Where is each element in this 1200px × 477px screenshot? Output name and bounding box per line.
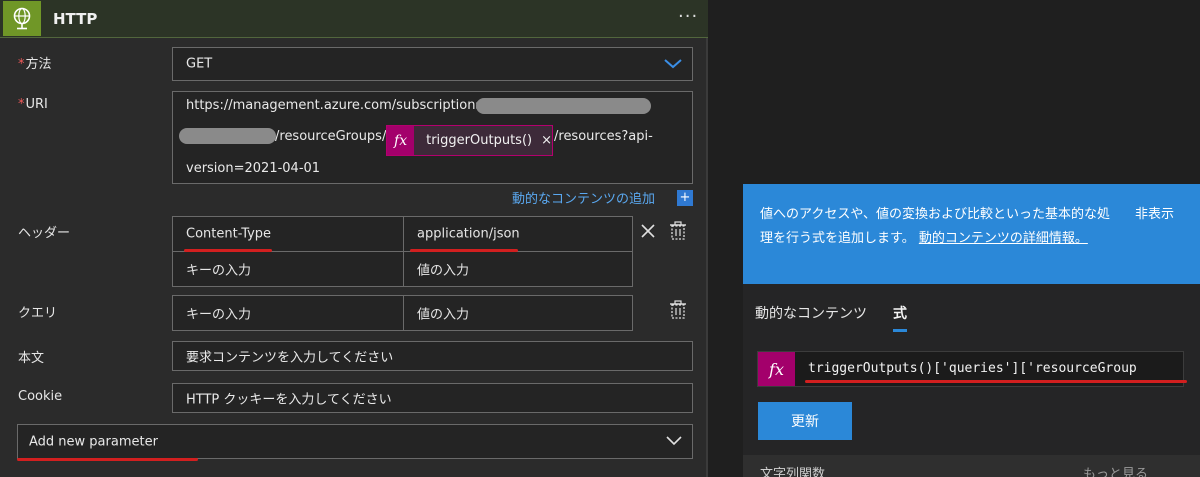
method-value: GET [186,56,213,72]
cookie-label: Cookie [18,389,63,404]
required-mark: * [18,57,25,72]
expression-flyout: 値へのアクセスや、値の変換および比較といった基本的な処理を行う式を追加します。 … [743,184,1200,477]
required-mark: * [18,97,25,112]
header-key-input[interactable]: Content-Type [172,216,404,252]
header-key: Content-Type [186,226,272,242]
annotation-underline [805,380,1187,383]
header-key-input[interactable]: キーの入力 [172,251,404,287]
method-label-text: 方法 [25,57,52,72]
hide-button[interactable]: 非表示 [1135,203,1174,222]
info-link[interactable]: 動的コンテンツの詳細情報。 [919,231,1088,246]
globe-icon [3,1,41,36]
info-banner: 値へのアクセスや、値の変換および比較といった基本的な処理を行う式を追加します。 … [743,184,1200,284]
query-key-placeholder: キーの入力 [186,307,252,323]
tab-expression[interactable]: 式 [893,303,907,323]
annotation-underline [17,458,198,461]
trash-icon[interactable] [669,221,687,245]
headers-label: ヘッダー [18,226,71,241]
cookie-placeholder: HTTP クッキーを入力してください [186,392,392,408]
uri-line-3: version=2021-04-01 [186,161,321,176]
header-value-placeholder: 値の入力 [417,263,470,279]
uri-token[interactable]: fx triggerOutputs() × [386,125,553,156]
annotation-underline [184,249,272,252]
body-input[interactable]: 要求コンテンツを入力してください [172,341,693,371]
method-label: *方法 [18,53,52,72]
add-parameter-label: Add new parameter [29,434,158,449]
header-value: application/json [417,226,520,242]
active-tab-indicator [893,329,907,332]
uri-line-2-mid: /resourceGroups/ [275,129,387,144]
uri-label: *URI [18,97,48,112]
function-category-label: 文字列関数 [760,467,826,477]
redacted-subscription-cont [179,128,276,144]
close-icon[interactable] [640,223,656,243]
uri-line-1: https://management.azure.com/subscriptio… [186,98,487,113]
annotation-underline [410,249,518,252]
chevron-down-icon [664,56,682,74]
token-remove-button[interactable]: × [541,133,552,148]
header-value-input[interactable]: 値の入力 [403,251,633,287]
uri-input[interactable]: https://management.azure.com/subscriptio… [172,91,693,184]
query-label: クエリ [18,306,58,321]
header-key-placeholder: キーの入力 [186,263,252,279]
expression-text: triggerOutputs()['queries']['resourceGro… [808,361,1137,376]
chevron-down-icon [666,434,682,450]
query-value-placeholder: 値の入力 [417,307,470,323]
header-value-input[interactable]: application/json [403,216,633,252]
more-options-button[interactable]: ··· [678,6,698,27]
token-label: triggerOutputs() [426,133,533,148]
see-more-link[interactable]: もっと見る [1083,463,1148,477]
uri-label-text: URI [25,97,48,112]
cookie-input[interactable]: HTTP クッキーを入力してください [172,383,693,413]
fx-icon: fx [758,352,795,386]
body-label: 本文 [18,351,45,366]
http-action-card: HTTP ··· *方法 GET *URI https://management… [0,0,708,477]
redacted-subscription [476,98,651,114]
update-button[interactable]: 更新 [758,402,852,440]
plus-icon[interactable]: + [677,190,693,206]
tab-dynamic-content[interactable]: 動的なコンテンツ [755,303,867,323]
card-header[interactable]: HTTP ··· [0,0,708,38]
query-key-input[interactable]: キーの入力 [172,295,404,331]
function-category-header[interactable]: 文字列関数 もっと見る [743,455,1200,477]
add-parameter-dropdown[interactable]: Add new parameter [17,424,693,459]
info-text: 値へのアクセスや、値の変換および比較といった基本的な処理を行う式を追加します。 … [760,203,1110,251]
card-title: HTTP [53,10,98,28]
query-value-input[interactable]: 値の入力 [403,295,633,331]
uri-line-2-end: /resources?api- [554,129,653,144]
body-placeholder: 要求コンテンツを入力してください [186,350,394,366]
fx-icon: fx [387,126,415,155]
dynamic-content-add-link[interactable]: 動的なコンテンツの追加 [512,188,655,207]
method-select[interactable]: GET [172,47,693,81]
trash-icon[interactable] [669,300,687,324]
